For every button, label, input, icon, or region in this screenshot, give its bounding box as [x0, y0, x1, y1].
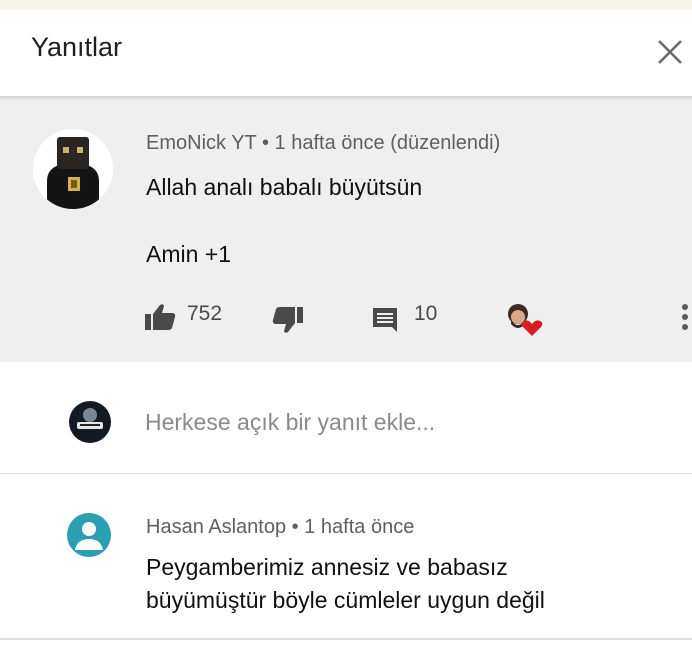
- reply-comment-icon[interactable]: [371, 306, 401, 332]
- comment-time: 1 hafta önce (düzenlendi): [274, 132, 501, 154]
- author-name[interactable]: EmoNick YT: [146, 132, 256, 154]
- divider: [0, 638, 692, 640]
- meta-separator: •: [261, 132, 269, 154]
- reply-text-line2: büyümüştür böyle cümleler uygun değil: [146, 587, 545, 613]
- avatar[interactable]: [66, 512, 112, 558]
- like-count: 752: [187, 302, 223, 325]
- thumb-up-icon[interactable]: [143, 302, 177, 332]
- avatar: [69, 401, 111, 443]
- avatar[interactable]: [33, 129, 113, 209]
- close-icon[interactable]: [652, 34, 688, 70]
- reply-text: Peygamberimiz annesiz ve babasız büyümüş…: [146, 551, 686, 617]
- reply-text-line1: Peygamberimiz annesiz ve babasız: [146, 554, 508, 580]
- replies-header: Yanıtlar: [0, 10, 692, 98]
- thumb-down-icon[interactable]: [271, 305, 305, 335]
- avatar-image-icon: [33, 129, 113, 209]
- comment-text-line2: Amin +1: [146, 241, 232, 267]
- main-comment: EmoNick YT • 1 hafta önce (düzenlendi) A…: [0, 100, 692, 362]
- meta-separator: •: [291, 516, 299, 538]
- more-vert-icon[interactable]: [680, 303, 690, 333]
- reply-input-row: Herkese açık bir yanıt ekle...: [0, 362, 692, 472]
- reply-count: 10: [414, 302, 438, 325]
- comment-meta: Hasan Aslantop • 1 hafta önce: [146, 516, 414, 539]
- comment-time: 1 hafta önce: [304, 516, 415, 538]
- top-strip: [0, 0, 692, 10]
- comment-text-line1: Allah analı babalı büyütsün: [146, 174, 423, 200]
- reply-input[interactable]: Herkese açık bir yanıt ekle...: [145, 409, 435, 436]
- comment-meta: EmoNick YT • 1 hafta önce (düzenlendi): [146, 132, 500, 155]
- creator-heart-icon: [508, 304, 543, 336]
- reply-comment: Hasan Aslantop • 1 hafta önce Peygamberi…: [0, 474, 692, 638]
- author-name[interactable]: Hasan Aslantop: [146, 516, 286, 538]
- page-title: Yanıtlar: [31, 32, 123, 62]
